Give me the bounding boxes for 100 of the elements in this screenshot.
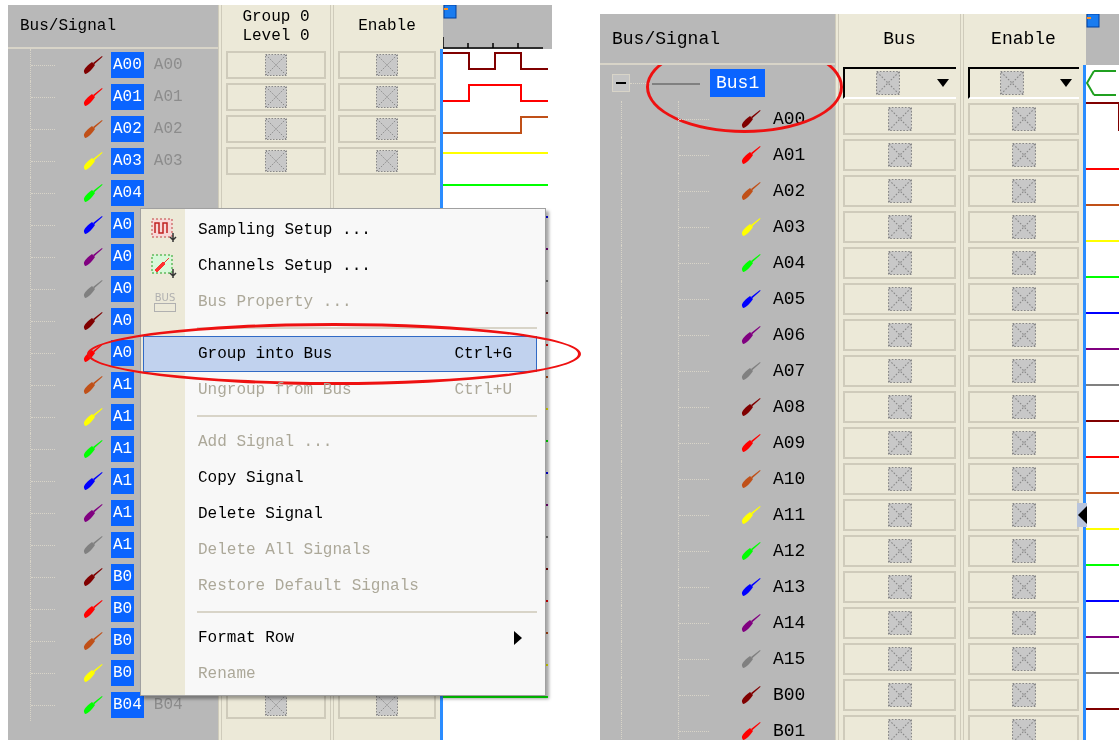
table-cell[interactable] — [843, 643, 956, 675]
crossed-box-icon — [376, 150, 398, 172]
signal-name[interactable]: A06 — [771, 323, 808, 347]
signal-name[interactable]: A03 — [111, 148, 144, 174]
tree-connector — [30, 145, 55, 177]
table-cell[interactable] — [843, 139, 956, 171]
table-cell[interactable] — [843, 427, 956, 459]
table-cell[interactable] — [226, 83, 326, 111]
signal-name[interactable]: A1 — [111, 500, 135, 526]
table-cell[interactable] — [968, 571, 1079, 603]
signal-name[interactable]: A10 — [771, 467, 808, 491]
signal-name[interactable]: A0 — [111, 244, 135, 270]
table-cell[interactable] — [843, 355, 956, 387]
signal-name[interactable]: B0 — [111, 628, 135, 654]
signal-name[interactable]: A07 — [771, 359, 808, 383]
menu-item[interactable]: Copy Signal — [143, 460, 537, 496]
tree-connector — [30, 241, 55, 273]
table-cell[interactable] — [968, 139, 1079, 171]
table-cell[interactable] — [226, 147, 326, 175]
signal-name[interactable]: A1 — [111, 404, 135, 430]
signal-name[interactable]: B0 — [111, 564, 135, 590]
table-cell[interactable] — [338, 51, 436, 79]
table-cell[interactable] — [968, 427, 1079, 459]
crossed-box-icon — [1011, 215, 1036, 239]
signal-name[interactable]: A14 — [771, 611, 808, 635]
table-cell[interactable] — [843, 571, 956, 603]
collapse-icon[interactable] — [612, 74, 630, 92]
signal-name[interactable]: B01 — [771, 719, 808, 740]
column-header: Group 0 Level 0 — [218, 5, 330, 49]
table-cell[interactable] — [968, 319, 1079, 351]
table-cell[interactable] — [843, 319, 956, 351]
table-cell[interactable] — [226, 115, 326, 143]
menu-item[interactable]: Delete Signal — [143, 496, 537, 532]
dropdown-field[interactable] — [968, 67, 1079, 99]
menu-item[interactable]: Sampling Setup ... — [143, 212, 537, 248]
signal-name[interactable]: A0 — [111, 276, 135, 302]
signal-name[interactable]: A0 — [111, 340, 135, 366]
table-cell[interactable] — [968, 391, 1079, 423]
crossed-box-icon — [887, 359, 912, 383]
table-cell[interactable] — [843, 463, 956, 495]
probe-settings-icon — [151, 253, 179, 279]
table-cell[interactable] — [843, 247, 956, 279]
signal-name[interactable]: B04 — [111, 692, 144, 718]
table-cell[interactable] — [843, 679, 956, 711]
table-cell[interactable] — [968, 643, 1079, 675]
signal-name[interactable]: A03 — [771, 215, 808, 239]
signal-name[interactable]: A0 — [111, 212, 135, 238]
signal-name[interactable]: A13 — [771, 575, 808, 599]
menu-item[interactable]: Group into Bus Ctrl+G — [143, 336, 537, 372]
table-cell[interactable] — [843, 283, 956, 315]
table-cell[interactable] — [968, 607, 1079, 639]
table-cell[interactable] — [338, 147, 436, 175]
table-cell[interactable] — [843, 103, 956, 135]
signal-name[interactable]: A02 — [771, 179, 808, 203]
signal-name[interactable]: A0 — [111, 308, 135, 334]
table-cell[interactable] — [968, 463, 1079, 495]
table-cell[interactable] — [843, 607, 956, 639]
table-cell[interactable] — [843, 175, 956, 207]
signal-name[interactable]: A01 — [111, 84, 144, 110]
signal-name[interactable]: B0 — [111, 660, 135, 686]
table-cell[interactable] — [843, 535, 956, 567]
menu-item[interactable]: Format Row — [143, 620, 537, 656]
table-cell[interactable] — [968, 715, 1079, 740]
signal-name[interactable]: A01 — [771, 143, 808, 167]
signal-name[interactable]: A02 — [111, 116, 144, 142]
table-cell[interactable] — [968, 499, 1079, 531]
table-cell[interactable] — [338, 83, 436, 111]
table-cell[interactable] — [843, 715, 956, 740]
signal-name[interactable]: A1 — [111, 468, 135, 494]
signal-name[interactable]: A04 — [111, 180, 144, 206]
table-cell[interactable] — [843, 211, 956, 243]
signal-name[interactable]: B0 — [111, 596, 135, 622]
signal-name[interactable]: A1 — [111, 372, 135, 398]
signal-name[interactable]: A09 — [771, 431, 808, 455]
table-cell[interactable] — [968, 211, 1079, 243]
dropdown-field[interactable] — [843, 67, 956, 99]
signal-name[interactable]: A08 — [771, 395, 808, 419]
table-cell[interactable] — [338, 115, 436, 143]
signal-name[interactable]: A00 — [111, 52, 144, 78]
table-cell[interactable] — [968, 247, 1079, 279]
signal-name[interactable]: A11 — [771, 503, 808, 527]
table-cell[interactable] — [968, 535, 1079, 567]
table-cell[interactable] — [968, 679, 1079, 711]
signal-name[interactable]: A15 — [771, 647, 808, 671]
marker-icon — [443, 5, 457, 19]
signal-name[interactable]: A05 — [771, 287, 808, 311]
table-cell[interactable] — [968, 175, 1079, 207]
signal-name[interactable]: B00 — [771, 683, 808, 707]
table-cell[interactable] — [968, 283, 1079, 315]
table-cell[interactable] — [843, 391, 956, 423]
signal-name[interactable]: A04 — [771, 251, 808, 275]
bus-name[interactable]: Bus1 — [710, 69, 766, 97]
table-cell[interactable] — [968, 355, 1079, 387]
signal-name[interactable]: A12 — [771, 539, 808, 563]
menu-item[interactable]: Channels Setup ... — [143, 248, 537, 284]
signal-name[interactable]: A1 — [111, 436, 135, 462]
table-cell[interactable] — [968, 103, 1079, 135]
table-cell[interactable] — [226, 51, 326, 79]
signal-name[interactable]: A1 — [111, 532, 135, 558]
table-cell[interactable] — [843, 499, 956, 531]
